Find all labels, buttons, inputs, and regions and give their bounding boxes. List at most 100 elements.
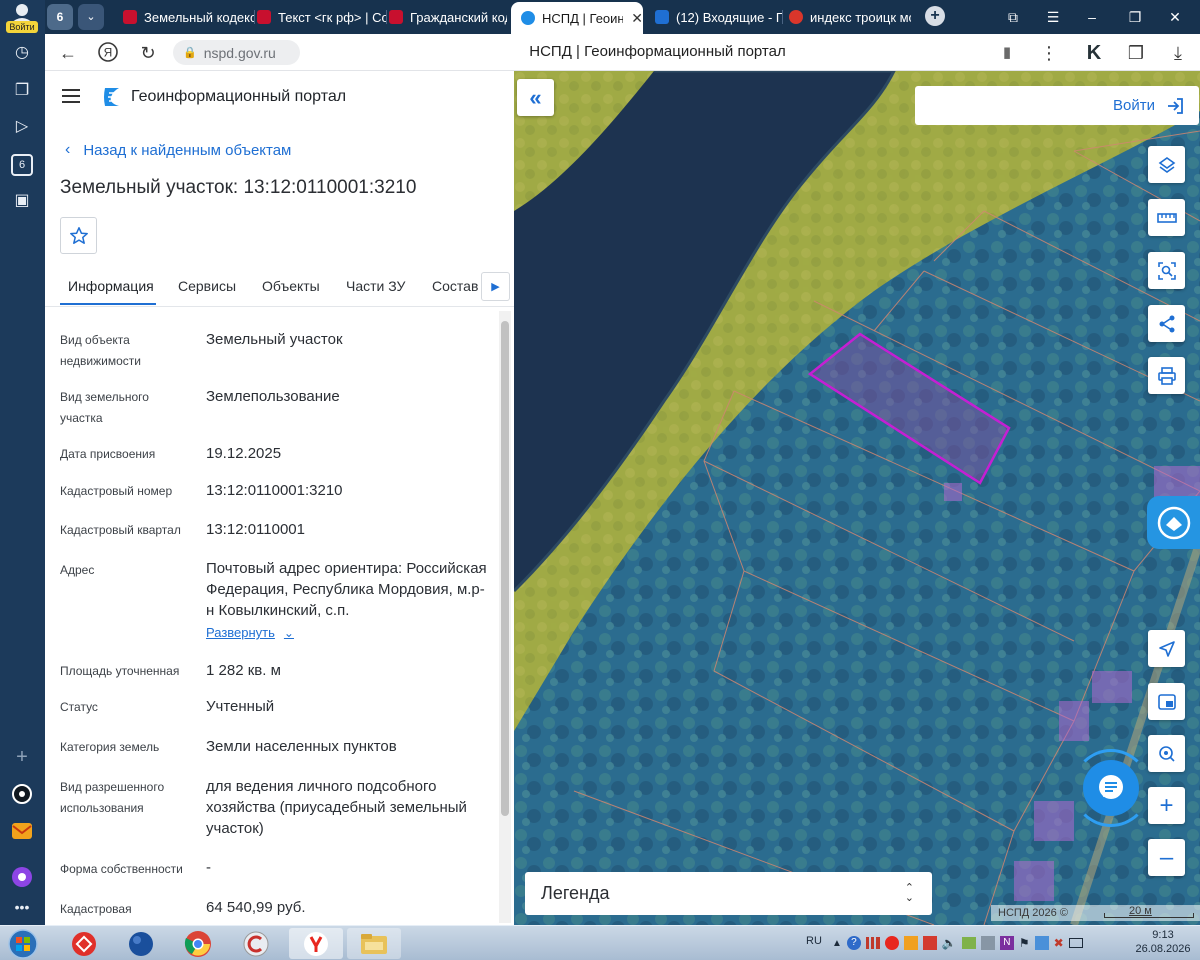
hamburger-menu-icon[interactable] [62,89,80,103]
taskbar-app-1[interactable] [57,928,111,959]
address-field[interactable]: 🔒 nspd.gov.ru [173,40,300,65]
share-button[interactable] [1148,305,1185,342]
print-button[interactable] [1148,357,1185,394]
tab-strip: 6 ⌄ Земельный кодекс Текст <гк рф> | Con… [45,0,1200,34]
tray-arrow-icon[interactable]: ▲ [832,938,842,949]
kebab-icon[interactable]: ⋮ [1037,41,1061,65]
signal-icon[interactable] [865,937,880,949]
tab-land-code[interactable]: Земельный кодекс [123,4,255,30]
help-icon[interactable]: ? [846,936,861,950]
input-language[interactable]: RU [806,935,822,947]
locate-button[interactable] [1148,630,1185,667]
history-icon[interactable]: ◷ [11,42,33,64]
profile-label: Войти [6,21,38,33]
taskbar-app-explorer[interactable] [347,928,401,959]
onenote-icon[interactable]: N [999,936,1014,950]
tab-services[interactable]: Сервисы [178,278,236,294]
minimap-button[interactable] [1148,683,1185,720]
area-select-button[interactable] [1148,252,1185,289]
mail-app-icon[interactable] [11,820,33,842]
tabs-scroll-right-button[interactable]: ▶ [481,272,510,301]
select-area-icon [1157,261,1176,280]
restore-icon[interactable]: ❐ [1124,7,1146,27]
tab-land-parts[interactable]: Части ЗУ [346,278,405,294]
map-view[interactable]: « Войти + – Легенда ⌃ ⌄ НСПД 2026 © 20 м [514,71,1200,925]
alice-icon[interactable] [11,783,33,805]
network-icon[interactable] [961,937,976,949]
bookmark-icon[interactable]: ▮ [995,41,1019,65]
expand-address-link[interactable]: Развернуть ⌄ [206,625,294,640]
chat-button[interactable] [1083,760,1139,816]
tray-app-red-icon[interactable] [922,936,937,950]
browser-menu-icon[interactable]: ☰ [1042,7,1064,27]
clock[interactable]: 9:13 26.08.2026 [1133,928,1193,956]
tab-composition[interactable]: Состав [432,278,478,294]
yandex-tray-icon[interactable] [884,936,899,950]
tab-title: НСПД | Геоинформационный портал [542,10,624,26]
collections-side-icon[interactable]: ❐ [11,80,33,102]
taskbar-app-3[interactable] [171,928,225,959]
chat-icon [1099,775,1123,799]
start-button[interactable] [0,928,45,959]
back-to-results-link[interactable]: ‹ Назад к найденным объектам [65,141,291,159]
legend-panel[interactable]: Легенда ⌃ ⌄ [525,872,932,915]
messenger-icon[interactable] [11,866,33,888]
panel-scrollbar-thumb[interactable] [501,321,509,816]
flag-icon[interactable]: ⚑ [1019,936,1030,950]
measure-button[interactable] [1148,199,1185,236]
login-button[interactable]: Войти [915,86,1199,125]
yandex-icon[interactable]: Я [96,41,120,65]
zoom-in-button[interactable]: + [1148,787,1185,824]
tab-manager-icon[interactable]: ⧉ [1002,7,1024,27]
field-label: Кадастровый квартал [60,523,181,537]
tab-information[interactable]: Информация [68,278,154,294]
tab-objects[interactable]: Объекты [262,278,320,294]
tab-civil-code[interactable]: Гражданский кодекс [389,4,507,30]
tab-list-dropdown[interactable]: ⌄ [78,4,104,30]
tray-app-orange-icon[interactable] [903,936,918,950]
tray-close-icon[interactable]: ✖ [1054,936,1064,950]
favorite-button[interactable] [60,217,97,254]
collections-icon[interactable]: ❒ [1124,41,1148,65]
download-icon[interactable]: ⤓ [1166,41,1190,65]
tray-app-blue-icon[interactable] [1034,936,1049,950]
taskbar-app-4[interactable] [229,928,283,959]
screenshot-icon[interactable]: ▣ [11,190,33,212]
geo-search-icon [1158,745,1175,762]
minimize-icon[interactable]: – [1081,7,1103,27]
tab-search-index[interactable]: индекс троицк мордовия [789,4,911,30]
volume-icon[interactable]: 🔈 [942,936,957,950]
tab-nspd[interactable]: НСПД | Геоинформационный портал ✕ [511,2,643,34]
field-value: Земельный участок [206,331,343,348]
new-tab-button[interactable]: + [925,6,945,26]
svg-text:Я: Я [104,46,113,60]
collapse-panel-button[interactable]: « [517,79,554,116]
feedback-logo-button[interactable] [1147,496,1200,549]
tab-counter-icon[interactable]: 6 [11,154,33,176]
field-value: Земли населенных пунктов [206,738,397,755]
caret-right-icon: ▶ [491,281,500,293]
close-tab-icon[interactable]: ✕ [631,10,643,27]
tab-mail-inbox[interactable]: (12) Входящие - Почта [655,4,783,30]
zoom-out-button[interactable]: – [1148,839,1185,876]
profile-button[interactable]: Войти [4,2,40,33]
windows-start-icon [7,928,38,959]
battery-icon[interactable] [1068,938,1083,948]
add-panel-icon[interactable]: + [11,746,33,768]
more-icon[interactable]: ••• [11,896,33,918]
geo-search-button[interactable] [1148,735,1185,772]
video-icon[interactable]: ▷ [11,116,33,138]
tab-title: Земельный кодекс [144,9,255,25]
tab-civil-code-text[interactable]: Текст <гк рф> | Consultant [257,4,387,30]
extension-k-icon[interactable]: K [1082,41,1106,65]
tab-count-button[interactable]: 6 [47,4,73,30]
active-tab-indicator [60,303,156,305]
layers-button[interactable] [1148,146,1185,183]
reload-icon[interactable]: ↻ [136,41,160,65]
taskbar-app-2[interactable] [114,928,168,959]
arrow-left-icon[interactable]: ← [56,41,80,65]
close-window-icon[interactable]: ✕ [1164,7,1186,27]
tray-app-gray-icon[interactable] [980,936,995,950]
taskbar-app-yandex[interactable] [289,928,343,959]
expand-label: Развернуть [206,625,275,640]
